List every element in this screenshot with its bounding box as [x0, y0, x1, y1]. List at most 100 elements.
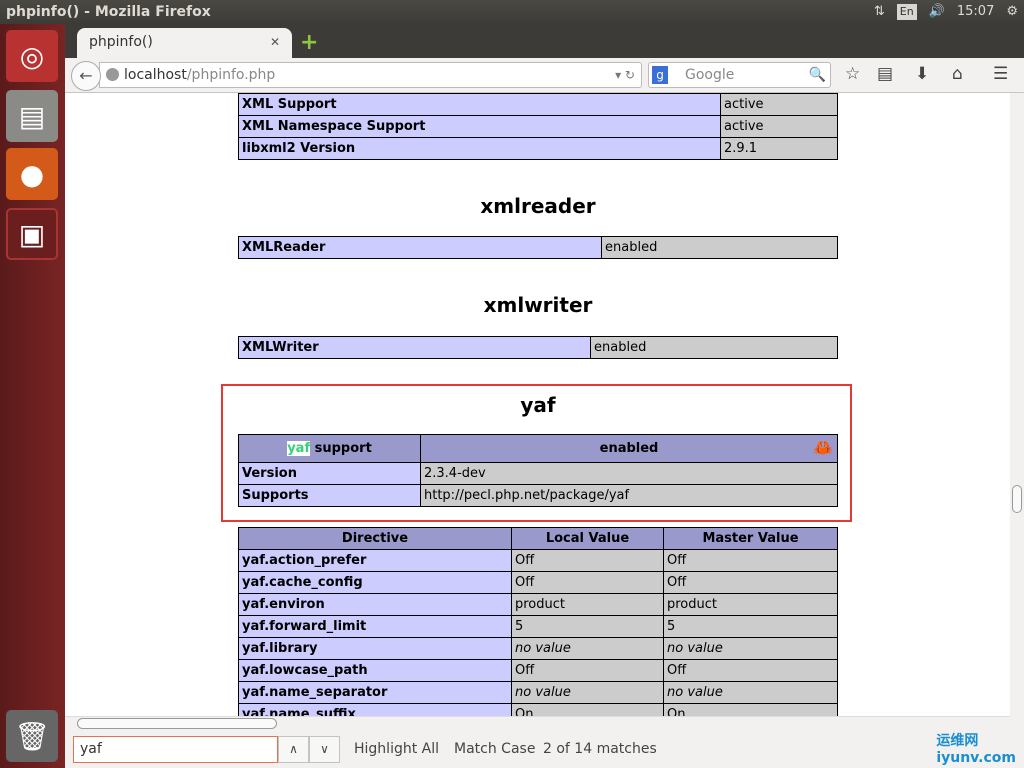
watermark-line1: 运维网: [936, 733, 979, 749]
terminal-icon[interactable]: ▣: [6, 208, 58, 260]
directive-name: yaf.action_prefer: [238, 549, 512, 572]
support-label: support: [310, 441, 372, 456]
row-label: Supports: [238, 484, 421, 507]
clock[interactable]: 15:07: [957, 0, 994, 24]
yaf-support-header: yaf support: [238, 434, 421, 463]
highlight-all-toggle[interactable]: Highlight All: [354, 741, 439, 757]
keyboard-layout[interactable]: En: [896, 4, 917, 20]
find-status: 2 of 14 matches: [543, 741, 657, 757]
directive-name: yaf.name_suffix: [238, 703, 512, 716]
reload-icon[interactable]: ▾ ↻: [615, 63, 635, 87]
directive-value: no value: [511, 637, 664, 660]
directive-value: Off: [511, 549, 664, 572]
table-row: yaf.lowcase_path Off Off: [238, 659, 838, 682]
find-bar: yaf ∧ ∨ Highlight All Match Case 2 of 14…: [65, 730, 1024, 768]
table-row: yaf.name_suffix On On: [238, 703, 838, 716]
directive-value: no value: [663, 681, 838, 704]
google-icon[interactable]: g: [652, 66, 668, 84]
find-input[interactable]: yaf: [73, 736, 278, 763]
vertical-scrollbar[interactable]: [1010, 93, 1024, 716]
home-icon[interactable]: ⌂: [952, 64, 963, 84]
menu-icon[interactable]: ☰: [993, 64, 1008, 84]
volume-icon[interactable]: 🔊: [929, 0, 945, 24]
settings-gear-icon[interactable]: ⚙: [1006, 0, 1018, 24]
column-header: Master Value: [663, 527, 838, 550]
tab-title: phpinfo(): [89, 34, 153, 50]
directive-value: Off: [663, 571, 838, 594]
row-value: 2.3.4-dev: [420, 462, 838, 485]
scrollbar-thumb[interactable]: [77, 718, 277, 729]
directive-name: yaf.forward_limit: [238, 615, 512, 638]
match-case-toggle[interactable]: Match Case: [454, 741, 535, 757]
xmlreader-table: XMLReader enabled: [238, 236, 838, 259]
find-previous-button[interactable]: ∧: [278, 736, 309, 763]
navigation-toolbar: localhost/phpinfo.php ▾ ↻ ← g Google 🔍 ☆ ▤ …: [65, 58, 1024, 93]
bookmarks-menu-icon[interactable]: ▤: [877, 64, 893, 84]
directive-value: no value: [663, 637, 838, 660]
support-value: enabled: [599, 441, 659, 456]
directive-value: product: [663, 593, 838, 616]
row-label: XML Support: [238, 93, 721, 116]
launcher: ◎ ▤ ● ▣ 🗑: [0, 24, 65, 768]
directive-name: yaf.name_separator: [238, 681, 512, 704]
firefox-icon[interactable]: ●: [6, 148, 58, 200]
bookmark-star-icon[interactable]: ☆: [845, 64, 860, 84]
page-content: XML Support active XML Namespace Support a…: [65, 93, 1010, 716]
directives-table: Directive Local Value Master Value yaf.act…: [238, 527, 838, 716]
scrollbar-thumb[interactable]: [1012, 485, 1022, 513]
directive-value: Off: [663, 549, 838, 572]
section-heading-xmlreader: xmlreader: [480, 194, 596, 218]
section-heading-xmlwriter: xmlwriter: [483, 293, 593, 317]
url-bar[interactable]: localhost/phpinfo.php ▾ ↻: [99, 62, 642, 88]
system-tray: ⇅ En 🔊 15:07 ⚙: [874, 0, 1018, 24]
table-row: yaf.action_prefer Off Off: [238, 549, 838, 572]
watermark: 运维网 iyunv.com: [936, 730, 1016, 766]
globe-icon: [106, 68, 119, 81]
directive-value: Off: [663, 659, 838, 682]
column-header: Local Value: [511, 527, 664, 550]
xmlwriter-table: XMLWriter enabled: [238, 336, 838, 359]
window-title-bar: phpinfo() - Mozilla Firefox ⇅ En 🔊 15:07…: [0, 0, 1024, 24]
row-value: active: [720, 115, 838, 138]
new-tab-button[interactable]: +: [300, 30, 318, 55]
ubuntu-dash-icon[interactable]: ◎: [6, 30, 58, 82]
section-heading-yaf: yaf: [520, 393, 556, 417]
find-next-button[interactable]: ∨: [309, 736, 340, 763]
table-row: yaf.forward_limit 5 5: [238, 615, 838, 638]
xml-table: XML Support active XML Namespace Support a…: [238, 93, 838, 160]
trash-icon[interactable]: 🗑: [6, 710, 58, 762]
close-tab-icon[interactable]: ✕: [270, 35, 280, 49]
table-row: yaf.cache_config Off Off: [238, 571, 838, 594]
search-input[interactable]: g Google 🔍: [648, 62, 831, 88]
column-header: Directive: [238, 527, 512, 550]
downloads-icon[interactable]: ⬇: [915, 64, 929, 84]
row-value: http://pecl.php.net/package/yaf: [420, 484, 838, 507]
directive-value: 5: [663, 615, 838, 638]
window-title: phpinfo() - Mozilla Firefox: [6, 4, 211, 20]
tab-phpinfo[interactable]: phpinfo() ✕: [77, 28, 292, 58]
back-button[interactable]: ←: [71, 61, 101, 91]
yaf-crab-logo-icon: 🦀: [813, 438, 833, 457]
directive-name: yaf.lowcase_path: [238, 659, 512, 682]
directive-value: no value: [511, 681, 664, 704]
row-label: Version: [238, 462, 421, 485]
row-label: XML Namespace Support: [238, 115, 721, 138]
network-icon[interactable]: ⇅: [874, 0, 885, 24]
directive-value: On: [663, 703, 838, 716]
files-icon[interactable]: ▤: [6, 90, 58, 142]
watermark-line2: iyunv.com: [936, 750, 1016, 766]
directive-value: product: [511, 593, 664, 616]
directive-name: yaf.cache_config: [238, 571, 512, 594]
yaf-enabled-header: enabled 🦀: [420, 434, 838, 463]
horizontal-scrollbar[interactable]: [65, 716, 1010, 730]
search-icon[interactable]: 🔍: [809, 63, 826, 87]
directive-name: yaf.library: [238, 637, 512, 660]
search-placeholder: Google: [685, 67, 735, 83]
url-path: /phpinfo.php: [186, 67, 276, 83]
row-value: enabled: [590, 336, 838, 359]
directive-name: yaf.environ: [238, 593, 512, 616]
directive-value: Off: [511, 571, 664, 594]
row-value: enabled: [601, 236, 838, 259]
row-value: 2.9.1: [720, 137, 838, 160]
tab-strip: phpinfo() ✕ +: [65, 24, 1024, 58]
